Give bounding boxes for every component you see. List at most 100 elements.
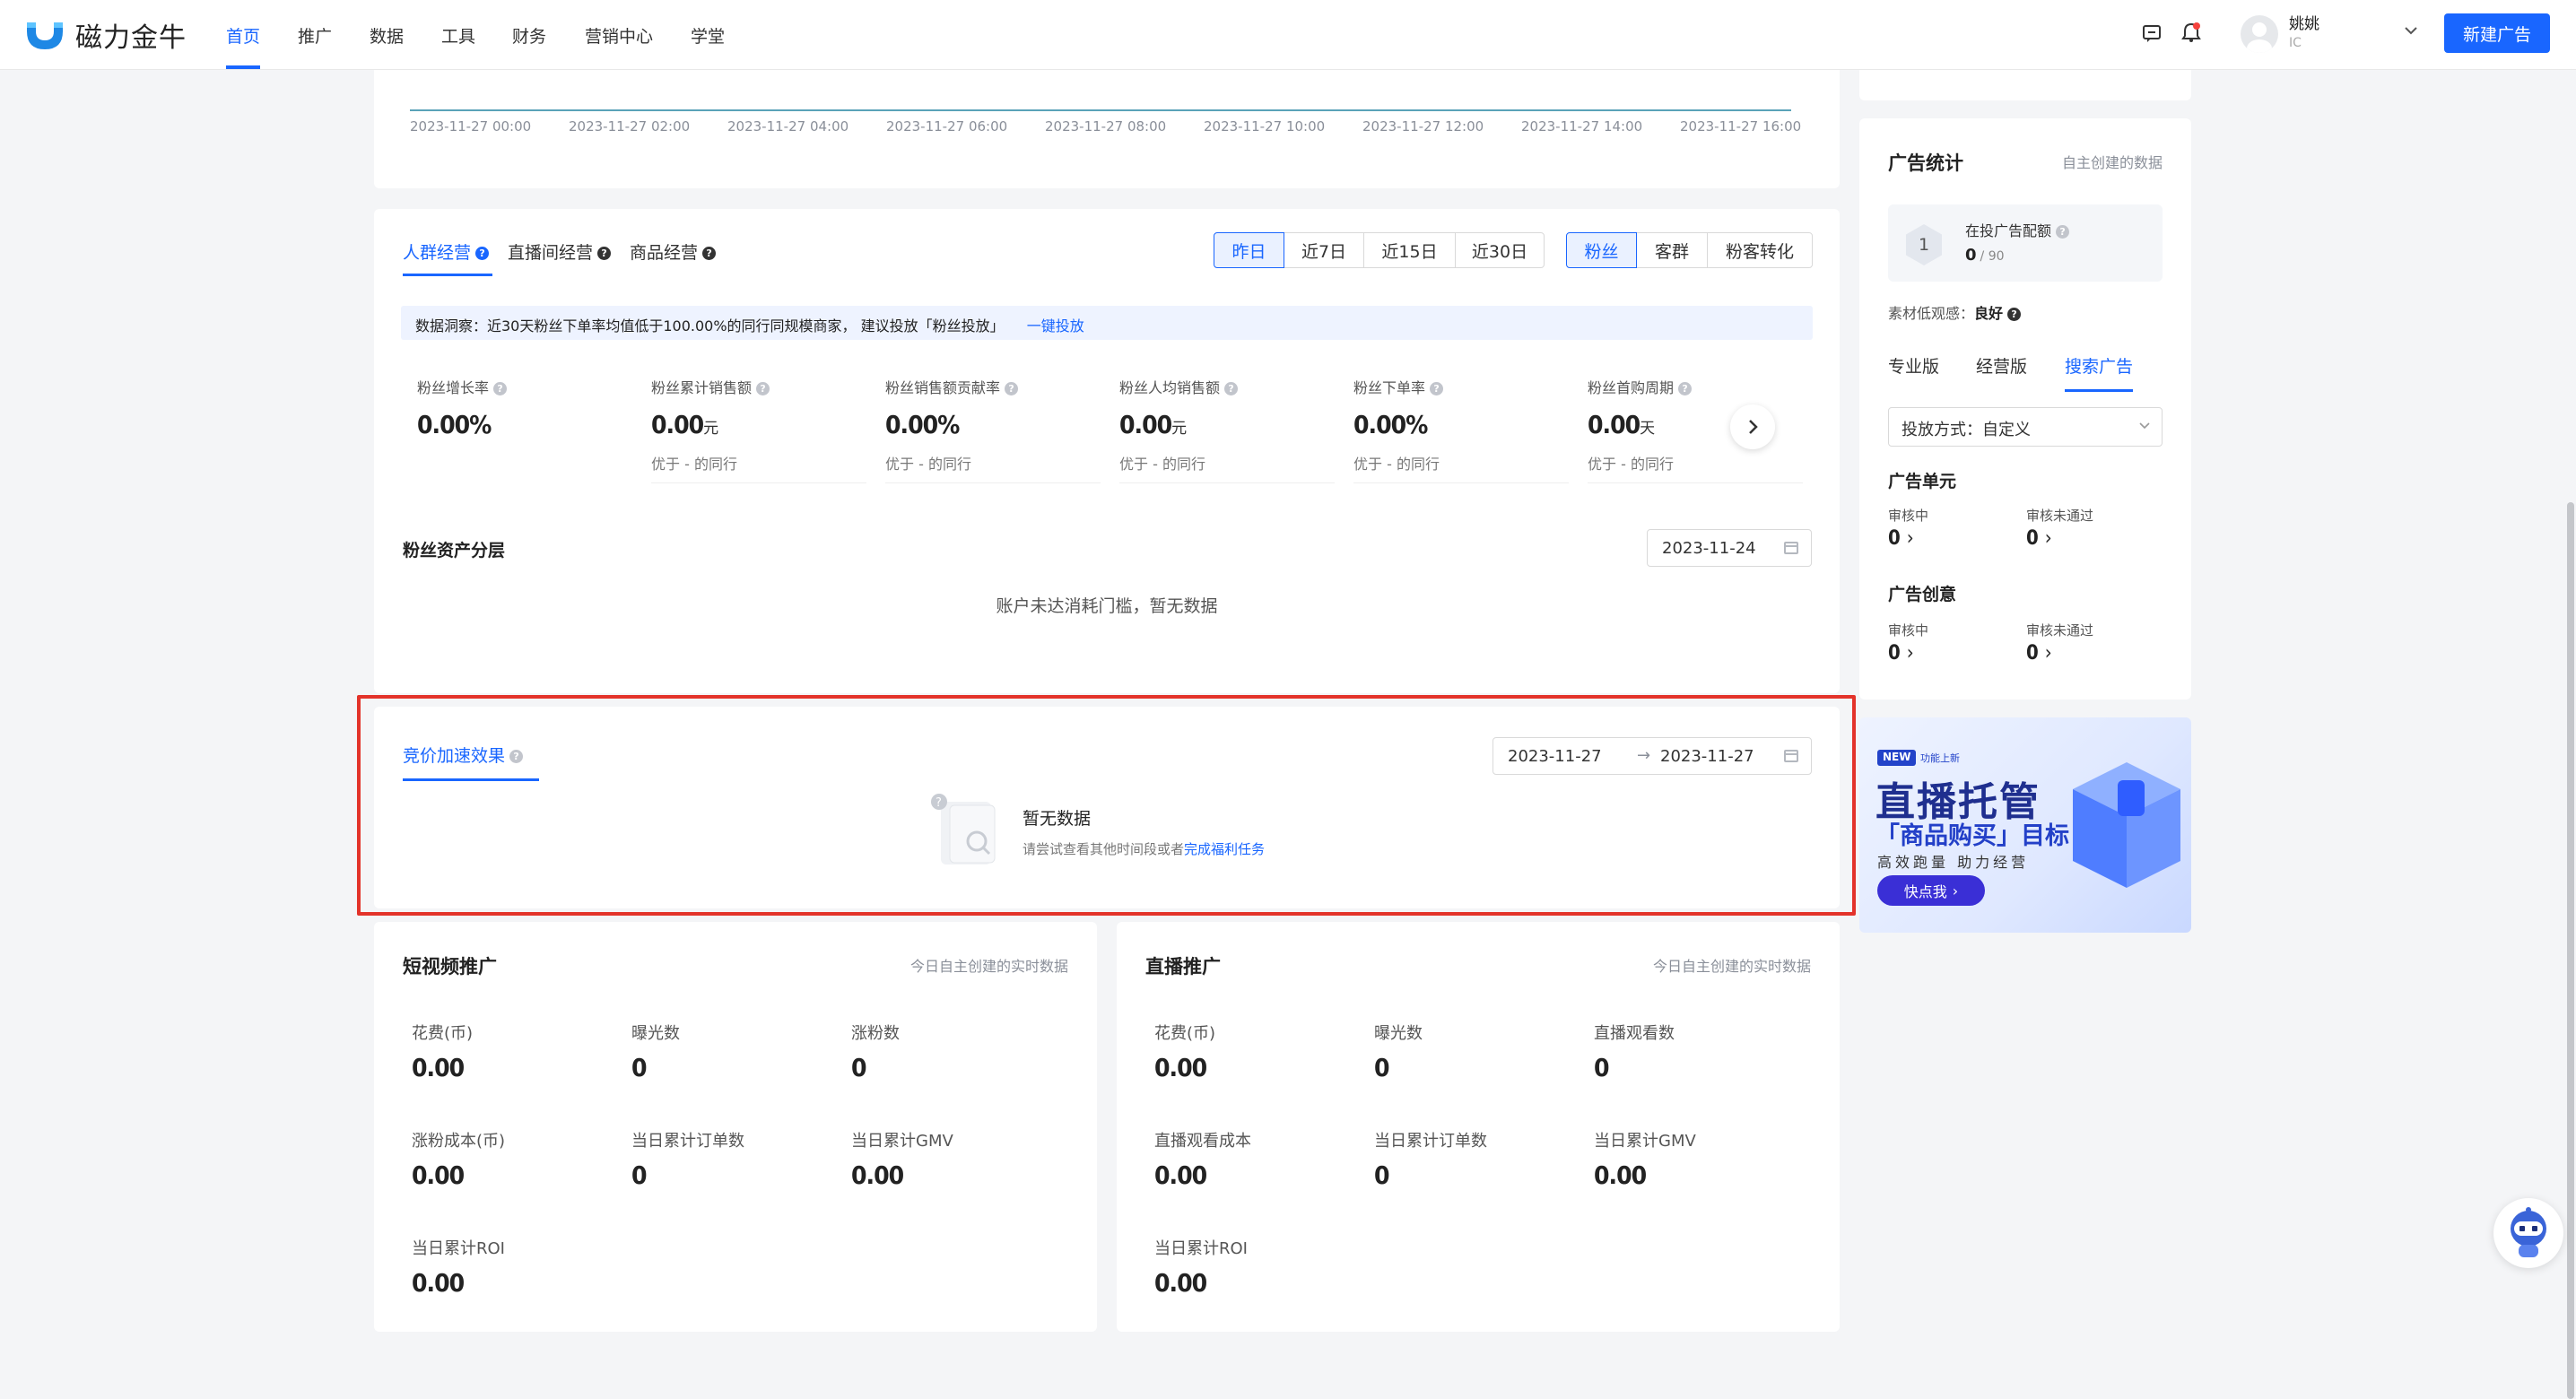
x-tick-label: 2023-11-27 04:00: [727, 118, 849, 135]
unit-rejected-label: 审核未通过: [2026, 508, 2094, 524]
cube-illustration-icon: [2073, 762, 2180, 888]
short-video-title: 短视频推广: [403, 956, 497, 978]
fan-assets-title: 粉丝资产分层: [403, 541, 506, 560]
tab-live-room-ops[interactable]: 直播间经营?: [508, 239, 612, 264]
page-scrollbar[interactable]: [2567, 502, 2574, 1399]
brand-name: 磁力金牛: [75, 22, 187, 54]
unit-reviewing-value[interactable]: 0 ›: [1888, 527, 1914, 550]
promo-metric: 直播观看成本 0.00: [1154, 1132, 1251, 1190]
creative-rejected-value[interactable]: 0 ›: [2026, 642, 2052, 665]
help-icon[interactable]: ?: [475, 247, 490, 260]
x-tick-label: 2023-11-27 12:00: [1362, 118, 1484, 135]
insight-text: 数据洞察：近30天粉丝下单率均值低于100.00%的同行同规模商家， 建议投放「…: [415, 317, 1005, 335]
metrics-next-button[interactable]: [1730, 404, 1775, 449]
help-icon[interactable]: ?: [2056, 225, 2070, 239]
user-name: 姚姚: [2289, 15, 2319, 33]
assistant-robot-button[interactable]: [2493, 1198, 2563, 1268]
fan-assets-date-picker[interactable]: 2023-11-24: [1647, 529, 1812, 567]
nav-finance[interactable]: 财务: [512, 0, 546, 70]
ad-stats-card: 广告统计 自主创建的数据 1 在投广告配额? 0/ 90 素材低观感：良好? 专…: [1859, 118, 2191, 700]
banner-cta-button[interactable]: 快点我 ›: [1877, 875, 1985, 906]
unit-reviewing-label: 审核中: [1888, 508, 1929, 524]
nav-marketing-center[interactable]: 营销中心: [585, 0, 653, 70]
tab-underline: [2065, 389, 2133, 392]
metric-0: 粉丝增长率? 0.00%: [417, 376, 632, 483]
bell-icon[interactable]: [2181, 22, 2201, 43]
help-icon[interactable]: ?: [756, 382, 770, 395]
quota-label: 在投广告配额?: [1965, 219, 2070, 240]
period-yesterday[interactable]: 昨日: [1214, 232, 1284, 268]
chevron-down-icon[interactable]: [2404, 25, 2418, 36]
delivery-mode-select[interactable]: 投放方式：自定义: [1888, 407, 2163, 447]
x-tick-label: 2023-11-27 08:00: [1045, 118, 1167, 135]
message-icon[interactable]: [2142, 23, 2162, 43]
fan-assets-empty: 账户未达消耗门槛，暂无数据: [996, 596, 1218, 616]
promo-metric: 当日累计GMV 0.00: [851, 1132, 953, 1190]
chevron-right-icon: ›: [2044, 642, 2052, 665]
nav-data[interactable]: 数据: [370, 0, 404, 70]
tab-audience-ops[interactable]: 人群经营?: [403, 239, 490, 264]
promo-metric: 涨粉数 0: [851, 1024, 900, 1082]
metric-value: 0.00%: [885, 410, 960, 439]
creative-reviewing-value[interactable]: 0 ›: [1888, 642, 1914, 665]
live-title: 直播推广: [1145, 956, 1221, 978]
trend-line: [410, 109, 1791, 111]
metric-value: 0.00元: [651, 410, 719, 439]
promo-metric: 花费(币) 0.00: [1154, 1024, 1216, 1082]
tab-professional[interactable]: 专业版: [1888, 353, 1939, 378]
nav-academy[interactable]: 学堂: [691, 0, 725, 70]
tab-search-ads[interactable]: 搜索广告: [2065, 353, 2133, 378]
tab-product-ops[interactable]: 商品经营?: [630, 239, 717, 264]
chevron-right-icon: ›: [1952, 882, 1959, 899]
insight-bar: 数据洞察：近30天粉丝下单率均值低于100.00%的同行同规模商家， 建议投放「…: [401, 306, 1813, 340]
help-icon[interactable]: ?: [1678, 382, 1693, 395]
period-7d[interactable]: 近7日: [1284, 232, 1364, 268]
metric-label: 粉丝下单率?: [1353, 376, 1569, 397]
highlight-frame: [357, 695, 1856, 916]
magnet-logo-icon: [27, 22, 63, 49]
help-icon[interactable]: ?: [1005, 382, 1019, 395]
banner-slogan: 高效跑量 助力经营: [1877, 854, 2030, 871]
x-tick-label: 2023-11-27 00:00: [410, 118, 532, 135]
period-30d[interactable]: 近30日: [1455, 232, 1545, 268]
metric-label: 粉丝销售额贡献率?: [885, 376, 1101, 397]
nav-home[interactable]: 首页: [226, 0, 260, 70]
brand-logo[interactable]: 磁力金牛: [23, 13, 187, 57]
avatar[interactable]: [2241, 15, 2278, 53]
nav-promotion[interactable]: 推广: [298, 0, 332, 70]
promo-metric: 花费(币) 0.00: [412, 1024, 474, 1082]
quota-level-badge: 1: [1906, 224, 1942, 265]
ad-creative-title: 广告创意: [1888, 585, 1957, 604]
promo-metric: 当日累计GMV 0.00: [1594, 1132, 1696, 1190]
quota-value: 0/ 90: [1965, 246, 2005, 265]
trend-chart-card: 2023-11-27 00:00 2023-11-27 02:00 2023-11-…: [374, 70, 1840, 188]
audience-conversion[interactable]: 粉客转化: [1707, 232, 1813, 268]
help-icon[interactable]: ?: [1224, 382, 1239, 395]
help-icon[interactable]: ?: [597, 247, 612, 260]
short-video-note: 今日自主创建的实时数据: [909, 958, 1068, 975]
one-click-deliver-link[interactable]: 一键投放: [1027, 317, 1084, 335]
audience-fans[interactable]: 粉丝: [1566, 232, 1637, 268]
x-tick-label: 2023-11-27 14:00: [1521, 118, 1643, 135]
help-icon[interactable]: ?: [493, 382, 508, 395]
promo-metric: 直播观看数 0: [1594, 1024, 1675, 1082]
audience-customers[interactable]: 客群: [1636, 232, 1708, 268]
chevron-right-icon: [1749, 420, 1758, 434]
help-icon[interactable]: ?: [702, 247, 717, 260]
live-hosting-banner[interactable]: NEW 功能上新 直播托管 「商品购买」目标 高效跑量 助力经营 快点我 ›: [1859, 717, 2191, 933]
ad-unit-title: 广告单元: [1888, 472, 1957, 491]
new-ad-button[interactable]: 新建广告: [2444, 13, 2550, 53]
robot-icon: [2511, 1207, 2546, 1257]
metric-4: 粉丝下单率? 0.00% 优于 - 的同行: [1353, 376, 1569, 483]
unit-rejected-value[interactable]: 0 ›: [2026, 527, 2052, 550]
short-video-card: 短视频推广 今日自主创建的实时数据 花费(币) 0.00 曝光数 0 涨粉数 0 涨粉成本(…: [374, 922, 1097, 1332]
period-15d[interactable]: 近15日: [1363, 232, 1456, 268]
calendar-icon: [1784, 542, 1798, 554]
metric-compare: 优于 - 的同行: [1119, 456, 1205, 473]
badge-tag: 功能上新: [1920, 752, 1960, 764]
help-icon[interactable]: ?: [1430, 382, 1444, 395]
fan-assets-date: 2023-11-24: [1662, 539, 1756, 558]
help-icon[interactable]: ?: [2007, 308, 2022, 321]
nav-tools[interactable]: 工具: [441, 0, 475, 70]
tab-business[interactable]: 经营版: [1976, 353, 2027, 378]
